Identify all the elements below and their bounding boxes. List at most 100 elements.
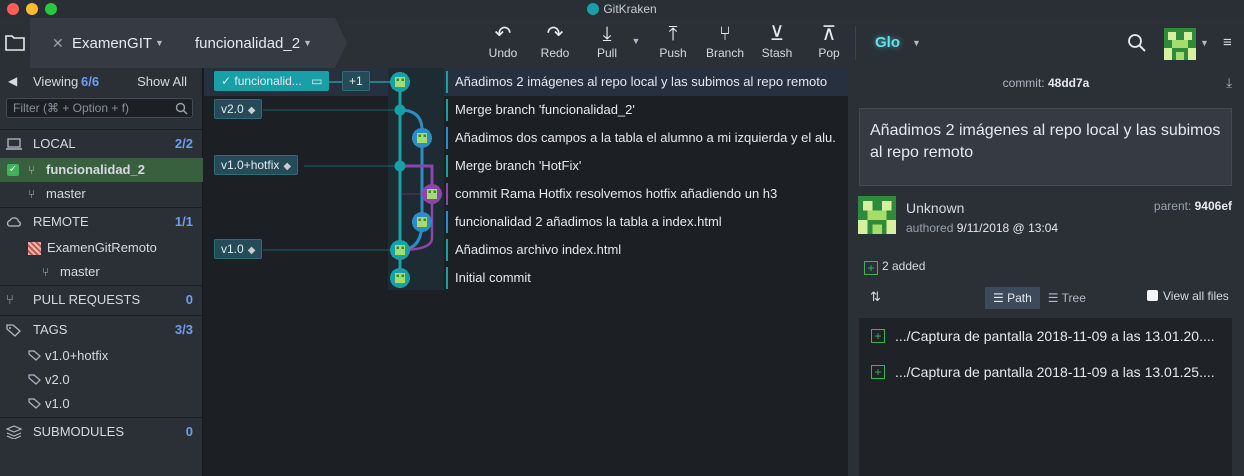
tag-icon bbox=[28, 398, 41, 409]
branch-item-master[interactable]: ⑂ master bbox=[0, 182, 203, 206]
show-all-button[interactable]: Show All bbox=[137, 74, 187, 89]
file-path: .../Captura de pantalla 2018-11-09 a las… bbox=[895, 328, 1215, 344]
merge-commit-node[interactable] bbox=[394, 104, 406, 116]
repo-name: ExamenGIT bbox=[72, 35, 153, 52]
section-pull-requests[interactable]: ⑂ PULL REQUESTS 0 bbox=[0, 285, 203, 313]
download-icon[interactable]: ⤓ bbox=[1226, 75, 1232, 91]
tag-item[interactable]: v1.0+hotfix bbox=[0, 344, 203, 368]
author-name: Unknown bbox=[906, 200, 965, 216]
commit-color-bar bbox=[446, 211, 448, 233]
chevron-down-icon[interactable]: ▼ bbox=[912, 38, 921, 48]
commit-message: funcionalidad 2 añadimos la tabla a inde… bbox=[455, 214, 722, 229]
commit-message: Añadimos 2 imágenes al repo local y las … bbox=[455, 74, 828, 89]
collapse-sidebar-icon[interactable]: ◀ bbox=[8, 74, 17, 88]
branch-label: funcionalidad_2 bbox=[46, 162, 145, 177]
pop-button[interactable]: ⊼ Pop bbox=[804, 22, 854, 60]
section-local[interactable]: LOCAL 2/2 bbox=[0, 129, 203, 157]
tag-pill[interactable]: v2.0 ◆ bbox=[214, 99, 263, 119]
sort-az-icon[interactable]: ⇅ bbox=[870, 289, 881, 305]
file-row[interactable]: + .../Captura de pantalla 2018-11-09 a la… bbox=[859, 318, 1232, 354]
branch-item-funcionalidad_2[interactable]: ✓ ⑂ funcionalidad_2 bbox=[0, 158, 203, 182]
commit-color-bar bbox=[446, 127, 448, 149]
branch-button[interactable]: ⑂ Branch bbox=[700, 22, 750, 60]
tag-item[interactable]: v2.0 bbox=[0, 368, 203, 392]
section-submodules[interactable]: SUBMODULES 0 bbox=[0, 417, 203, 445]
undo-icon: ↶ bbox=[494, 23, 512, 45]
more-refs-pill[interactable]: +1 bbox=[342, 71, 370, 91]
commit-color-bar bbox=[446, 155, 448, 177]
check-icon: ✓ bbox=[221, 74, 232, 88]
branch-icon: ⑂ bbox=[28, 187, 36, 201]
section-tags[interactable]: TAGS 3/3 bbox=[0, 315, 203, 343]
user-avatar[interactable] bbox=[1164, 28, 1196, 60]
commit-message-box[interactable]: Añadimos 2 imágenes al repo local y las … bbox=[859, 108, 1232, 186]
section-submodules-label: SUBMODULES bbox=[33, 424, 125, 439]
file-row[interactable]: + .../Captura de pantalla 2018-11-09 a la… bbox=[859, 354, 1232, 390]
redo-button[interactable]: ↷ Redo bbox=[530, 22, 580, 60]
glo-button[interactable]: Glo bbox=[875, 34, 900, 51]
tag-pill[interactable]: v1.0 ◆ bbox=[214, 239, 263, 259]
hamburger-menu-icon[interactable]: ≡ bbox=[1223, 34, 1232, 51]
tag-icon bbox=[6, 324, 21, 337]
commit-node-avatar[interactable] bbox=[422, 184, 442, 204]
open-repo-button[interactable] bbox=[0, 18, 30, 68]
tag-icon: ◆ bbox=[247, 245, 256, 256]
remote-branch-master[interactable]: ⑂ master bbox=[0, 260, 203, 284]
undo-button[interactable]: ↶ Undo bbox=[478, 22, 528, 60]
checkbox-checked-icon: ✓ bbox=[7, 164, 19, 176]
gitkraken-logo-icon bbox=[587, 3, 600, 15]
left-sidebar: ◀ Viewing 6/6 Show All Filter (⌘ + Optio… bbox=[0, 68, 203, 476]
push-button[interactable]: ⤒ Push bbox=[648, 22, 698, 60]
commit-node-avatar[interactable] bbox=[390, 268, 410, 288]
view-all-files-label: View all files bbox=[1163, 289, 1229, 303]
added-file-icon: + bbox=[871, 329, 885, 343]
branch-label: master bbox=[46, 186, 86, 201]
section-remote[interactable]: REMOTE 1/1 bbox=[0, 207, 203, 235]
stash-icon: ⊻ bbox=[769, 23, 785, 45]
path-view-button[interactable]: ☰ Path bbox=[985, 287, 1040, 309]
pull-options-dropdown[interactable]: ▼ bbox=[626, 36, 646, 46]
commit-node-avatar[interactable] bbox=[390, 72, 410, 92]
view-all-files-checkbox[interactable]: View all files bbox=[1147, 289, 1229, 303]
file-list: + .../Captura de pantalla 2018-11-09 a la… bbox=[859, 318, 1232, 476]
merge-commit-node[interactable] bbox=[394, 160, 406, 172]
commit-sha[interactable]: 48dd7a bbox=[1048, 76, 1089, 90]
tree-view-button[interactable]: ☰ Tree bbox=[1040, 287, 1094, 309]
branch-dropdown[interactable]: funcionalidad_2 ▼ bbox=[180, 18, 335, 68]
chevron-down-icon: ▼ bbox=[155, 38, 164, 48]
tag-pill[interactable]: v1.0+hotfix ◆ bbox=[214, 155, 299, 175]
commit-node-avatar[interactable] bbox=[390, 240, 410, 260]
commit-node-avatar[interactable] bbox=[412, 212, 432, 232]
commit-color-bar bbox=[446, 99, 448, 121]
parent-label: parent: bbox=[1153, 199, 1192, 213]
search-button[interactable] bbox=[1127, 33, 1147, 53]
pull-button[interactable]: ⤓ Pull bbox=[582, 22, 632, 60]
filter-input[interactable]: Filter (⌘ + Option + f) bbox=[6, 98, 193, 118]
tag-label: v2.0 bbox=[45, 372, 70, 387]
remote-item[interactable]: ExamenGitRemoto bbox=[0, 236, 203, 260]
chevron-down-icon[interactable]: ▼ bbox=[1200, 38, 1209, 48]
added-file-icon: + bbox=[864, 261, 878, 275]
tag-item[interactable]: v1.0 bbox=[0, 392, 203, 416]
added-count: 2 added bbox=[882, 259, 926, 273]
head-branch-pill[interactable]: ✓ funcionalid... ▭ bbox=[214, 71, 330, 91]
section-local-count: 2/2 bbox=[174, 136, 193, 151]
pop-label: Pop bbox=[818, 46, 840, 60]
branch-label: Branch bbox=[705, 46, 745, 60]
tag-label: v1.0 bbox=[45, 396, 70, 411]
commit-color-bar bbox=[446, 183, 448, 205]
stash-button[interactable]: ⊻ Stash bbox=[752, 22, 802, 60]
chevron-down-icon: ▼ bbox=[303, 38, 313, 48]
viewing-count: 6/6 bbox=[81, 74, 100, 89]
viewing-row: ◀ Viewing 6/6 Show All bbox=[0, 72, 203, 94]
parent-sha[interactable]: 9406ef bbox=[1195, 199, 1232, 213]
tag-pill-label: v2.0 bbox=[221, 102, 244, 116]
authored-label: authored bbox=[906, 221, 954, 235]
tag-pill-label: v1.0 bbox=[221, 242, 244, 256]
section-remote-label: REMOTE bbox=[33, 214, 89, 229]
commit-node-avatar[interactable] bbox=[412, 128, 432, 148]
tree-label: Tree bbox=[1061, 291, 1086, 305]
close-repo-icon[interactable]: ✕ bbox=[52, 18, 64, 68]
commit-header: commit: 48dd7a bbox=[848, 68, 1244, 98]
repo-tab[interactable]: ✕ ExamenGIT ▼ bbox=[30, 18, 180, 68]
